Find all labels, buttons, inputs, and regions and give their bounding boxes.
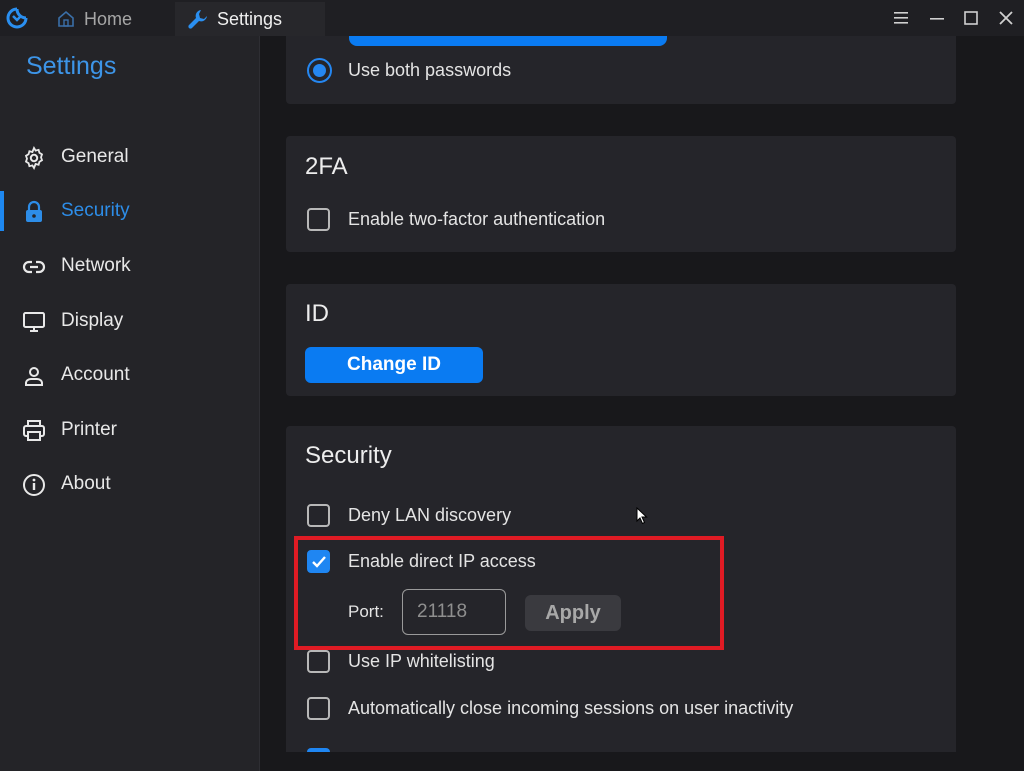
tab-home-label: Home	[84, 8, 133, 29]
sidebar-item-label: Security	[61, 200, 130, 221]
bottom-edge	[261, 752, 1024, 771]
minimize-button[interactable]	[925, 6, 949, 30]
deny-lan-option[interactable]: Deny LAN discovery	[307, 504, 511, 527]
id-title: ID	[305, 300, 329, 327]
id-card: ID Change ID	[286, 284, 956, 396]
tab-home[interactable]: Home	[48, 2, 174, 36]
auto-close-label: Automatically close incoming sessions on…	[348, 698, 794, 718]
close-icon	[999, 11, 1013, 25]
sidebar-item-label: Account	[61, 364, 130, 385]
twofa-checkbox[interactable]	[307, 208, 330, 231]
auto-close-option[interactable]: Automatically close incoming sessions on…	[307, 697, 793, 720]
highlight-annotation	[294, 536, 724, 650]
link-icon	[22, 260, 46, 274]
app-logo-icon	[6, 7, 28, 29]
sidebar-item-display[interactable]: Display	[0, 301, 259, 341]
close-button[interactable]	[994, 6, 1018, 30]
person-icon	[25, 367, 43, 386]
mouse-cursor-icon	[636, 507, 648, 525]
sidebar-title: Settings	[26, 52, 117, 80]
use-both-passwords-label: Use both passwords	[348, 60, 512, 80]
gear-icon	[24, 146, 44, 170]
security-title: Security	[305, 442, 392, 469]
sidebar-item-account[interactable]: Account	[0, 355, 259, 395]
tab-settings[interactable]: Settings	[175, 2, 325, 36]
hamburger-icon	[894, 12, 908, 24]
deny-lan-label: Deny LAN discovery	[348, 505, 512, 525]
sidebar-item-label: Network	[61, 255, 131, 276]
printer-icon	[23, 420, 45, 441]
info-icon	[23, 474, 45, 496]
twofa-label: Enable two-factor authentication	[348, 209, 606, 229]
maximize-icon	[964, 11, 978, 25]
sidebar-item-label: Display	[61, 310, 124, 331]
tab-settings-label: Settings	[217, 8, 283, 29]
title-bar: Home Settings	[0, 0, 1024, 36]
twofa-card: 2FA Enable two-factor authentication	[286, 136, 956, 252]
use-both-passwords-option[interactable]: Use both passwords	[307, 58, 511, 83]
minimize-icon	[930, 18, 944, 20]
menu-button[interactable]	[889, 6, 913, 30]
radio-selected[interactable]	[307, 58, 332, 83]
password-card: Use both passwords	[286, 36, 956, 104]
home-icon	[58, 10, 74, 27]
twofa-title: 2FA	[305, 153, 348, 180]
ip-whitelist-checkbox[interactable]	[307, 650, 330, 673]
sidebar-item-printer[interactable]: Printer	[0, 410, 259, 450]
deny-lan-checkbox[interactable]	[307, 504, 330, 527]
ip-whitelist-label: Use IP whitelisting	[348, 651, 495, 671]
set-password-button[interactable]	[349, 36, 667, 46]
sidebar: Settings General Security Network Displa…	[0, 36, 260, 771]
change-id-button[interactable]: Change ID	[305, 347, 483, 383]
ip-whitelist-option[interactable]: Use IP whitelisting	[307, 650, 495, 673]
monitor-icon	[23, 312, 45, 332]
sidebar-item-label: Printer	[61, 419, 117, 440]
sidebar-item-label: About	[61, 473, 111, 494]
wrench-icon	[188, 10, 207, 29]
sidebar-item-network[interactable]: Network	[0, 246, 259, 286]
main-content: Use both passwords 2FA Enable two-factor…	[261, 36, 1024, 771]
sidebar-item-security[interactable]: Security	[0, 191, 259, 231]
sidebar-item-about[interactable]: About	[0, 464, 259, 504]
sidebar-item-label: General	[61, 146, 129, 167]
twofa-option[interactable]: Enable two-factor authentication	[307, 208, 605, 231]
sidebar-item-general[interactable]: General	[0, 137, 259, 177]
lock-icon	[26, 200, 42, 222]
maximize-button[interactable]	[959, 6, 983, 30]
auto-close-checkbox[interactable]	[307, 697, 330, 720]
